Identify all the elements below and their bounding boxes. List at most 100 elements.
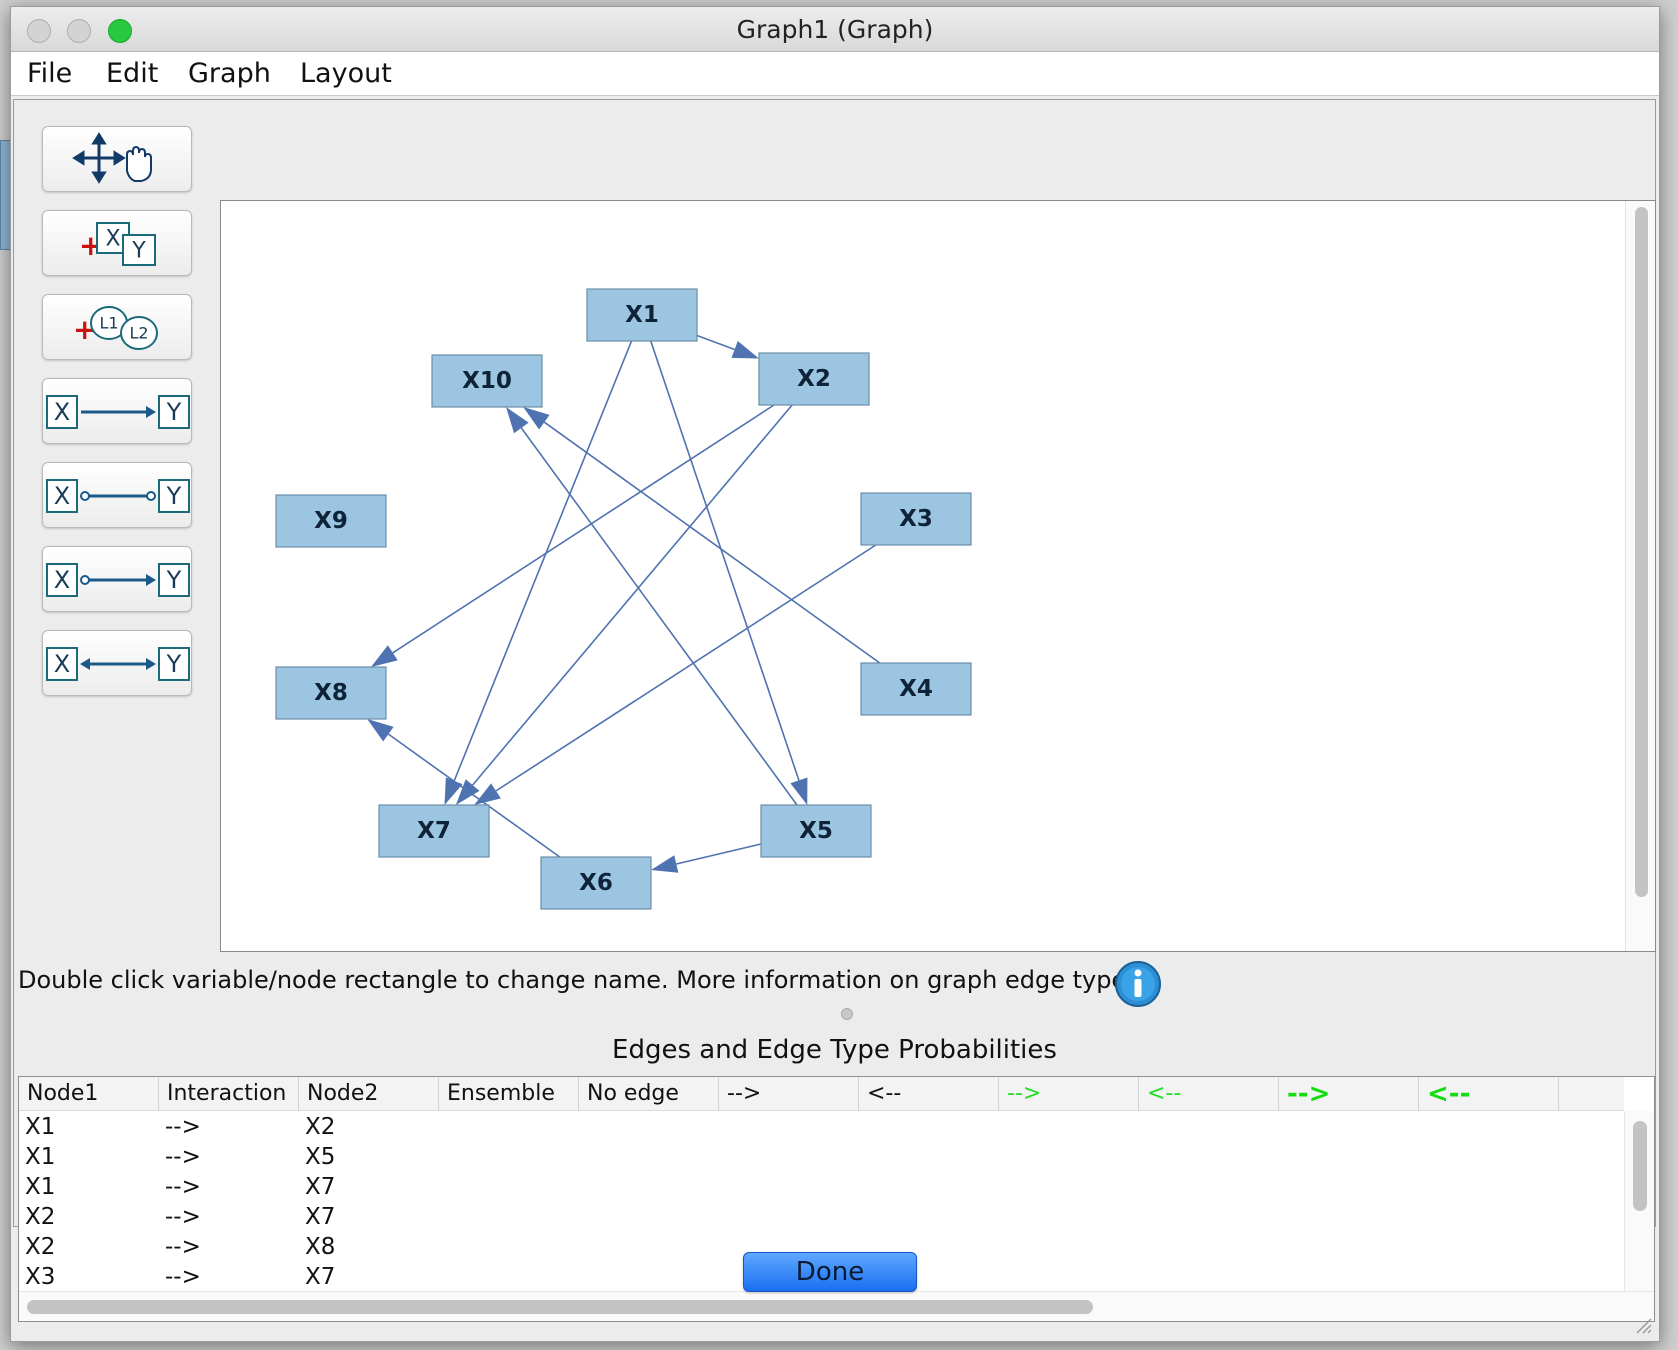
undirected-circle-edge-button[interactable]: X Y [42, 462, 192, 528]
info-text: Double click variable/node rectangle to … [18, 966, 1139, 994]
edge-x5-x10[interactable] [506, 407, 798, 806]
arrowhead [790, 777, 808, 805]
svg-text:Y: Y [166, 650, 182, 678]
svg-text:Y: Y [166, 566, 182, 594]
graph-node-x8[interactable]: X8 [275, 666, 387, 720]
add-measured-variable-icon: + X Y [79, 222, 156, 266]
split-pane-divider[interactable] [841, 1008, 853, 1020]
bidirected-edge-button[interactable]: X Y [42, 630, 192, 696]
menu-file[interactable]: File [27, 52, 72, 96]
directed-edge-icon: X Y [46, 395, 190, 429]
move-tool-button[interactable] [42, 126, 192, 192]
circle-circle-edge-icon: X Y [46, 479, 190, 513]
edge-x2-x7[interactable] [455, 404, 793, 805]
svg-text:Y: Y [166, 398, 182, 426]
menu-bar: File Edit Graph Layout [11, 52, 1659, 96]
arrowhead [367, 719, 394, 742]
node-label: X9 [314, 508, 348, 534]
graph-node-x6[interactable]: X6 [540, 856, 652, 910]
edge-x4-x10[interactable] [523, 407, 881, 664]
menu-edit[interactable]: Edit [106, 52, 158, 96]
bidirected-edge-icon: X Y [46, 647, 190, 681]
svg-text:X: X [54, 566, 70, 594]
directed-edge-button[interactable]: X Y [42, 378, 192, 444]
column-header[interactable]: No edge [579, 1077, 719, 1111]
graph-node-x3[interactable]: X3 [860, 492, 972, 546]
graph-node-x4[interactable]: X4 [860, 662, 972, 716]
graph-drawing[interactable]: X1 X2 X3 X4 X5 X6 X7 X8 X9 X10 [221, 201, 1621, 953]
column-header[interactable]: Node1 [19, 1077, 159, 1111]
menu-graph[interactable]: Graph [188, 52, 271, 96]
arrowhead [651, 855, 679, 873]
table-cell: --> [165, 1114, 201, 1140]
add-latent-button[interactable]: + L1 L2 [42, 294, 192, 360]
arrowhead [731, 341, 759, 359]
node-label: X3 [899, 506, 933, 532]
node-label: X10 [462, 368, 512, 394]
column-header[interactable]: Node2 [299, 1077, 439, 1111]
column-header[interactable]: Interaction [159, 1077, 299, 1111]
add-variable-button[interactable]: + X Y [42, 210, 192, 276]
table-cell: --> [165, 1204, 201, 1230]
partially-directed-edge-button[interactable]: X Y [42, 546, 192, 612]
graph-node-x10[interactable]: X10 [431, 354, 543, 408]
arrowhead [370, 645, 398, 667]
table-row[interactable]: X1 --> X7 [19, 1171, 1624, 1203]
node-label: X1 [625, 302, 659, 328]
svg-text:L1: L1 [99, 314, 118, 333]
svg-text:Y: Y [166, 482, 182, 510]
graph-node-x1[interactable]: X1 [586, 288, 698, 342]
table-cell: X2 [25, 1204, 56, 1230]
info-icon[interactable] [1114, 960, 1162, 1008]
edge-x1-x5[interactable] [650, 340, 808, 805]
node-label: X4 [899, 676, 933, 702]
column-header[interactable]: --> [999, 1077, 1139, 1111]
edge-x5-x6[interactable] [651, 843, 762, 873]
table-cell: X1 [25, 1144, 56, 1170]
table-cell: X8 [305, 1234, 336, 1260]
node-label: X6 [579, 870, 613, 896]
edge-x1-x7[interactable] [444, 340, 633, 805]
svg-text:X: X [54, 650, 70, 678]
graph-scroll-thumb[interactable] [1635, 207, 1648, 897]
table-cell: --> [165, 1264, 201, 1290]
table-cell: X1 [25, 1174, 56, 1200]
table-cell: X3 [25, 1264, 56, 1290]
menu-layout[interactable]: Layout [300, 52, 392, 96]
table-cell: X1 [25, 1114, 56, 1140]
resize-grip-icon[interactable] [1631, 1313, 1653, 1335]
node-label: X8 [314, 680, 348, 706]
table-row[interactable]: X1 --> X5 [19, 1141, 1624, 1173]
table-vscroll-thumb[interactable] [1633, 1121, 1647, 1211]
table-horizontal-scrollbar[interactable] [19, 1291, 1654, 1321]
graph-node-x9[interactable]: X9 [275, 494, 387, 548]
graph-node-x5[interactable]: X5 [760, 804, 872, 858]
edge-x2-x8[interactable] [370, 404, 775, 667]
column-header[interactable]: <-- [1419, 1077, 1559, 1111]
table-cell: --> [165, 1234, 201, 1260]
table-cell: --> [165, 1144, 201, 1170]
table-vertical-scrollbar[interactable] [1624, 1111, 1654, 1293]
window-title: Graph1 (Graph) [736, 15, 934, 44]
svg-text:L2: L2 [129, 324, 148, 343]
column-header[interactable]: Ensemble [439, 1077, 579, 1111]
graph-node-x2[interactable]: X2 [758, 352, 870, 406]
table-row[interactable]: X2 --> X7 [19, 1201, 1624, 1233]
column-header[interactable]: --> [719, 1077, 859, 1111]
table-cell: X2 [305, 1114, 336, 1140]
arrowhead [474, 783, 501, 805]
column-header[interactable]: --> [1279, 1077, 1419, 1111]
table-cell: X7 [305, 1174, 336, 1200]
column-header[interactable]: <-- [1139, 1077, 1279, 1111]
arrowhead [523, 407, 550, 430]
node-label: X2 [797, 366, 831, 392]
table-row[interactable]: X1 --> X2 [19, 1111, 1624, 1143]
graph-vertical-scrollbar[interactable] [1625, 201, 1655, 951]
table-hscroll-thumb[interactable] [27, 1300, 1093, 1314]
graph-canvas[interactable]: X1 X2 X3 X4 X5 X6 X7 X8 X9 X10 [220, 200, 1656, 952]
graph-node-x7[interactable]: X7 [378, 804, 490, 858]
done-button[interactable]: Done [743, 1252, 917, 1292]
edge-x1-x2[interactable] [696, 334, 759, 359]
table-cell: X2 [25, 1234, 56, 1260]
column-header[interactable]: <-- [859, 1077, 999, 1111]
